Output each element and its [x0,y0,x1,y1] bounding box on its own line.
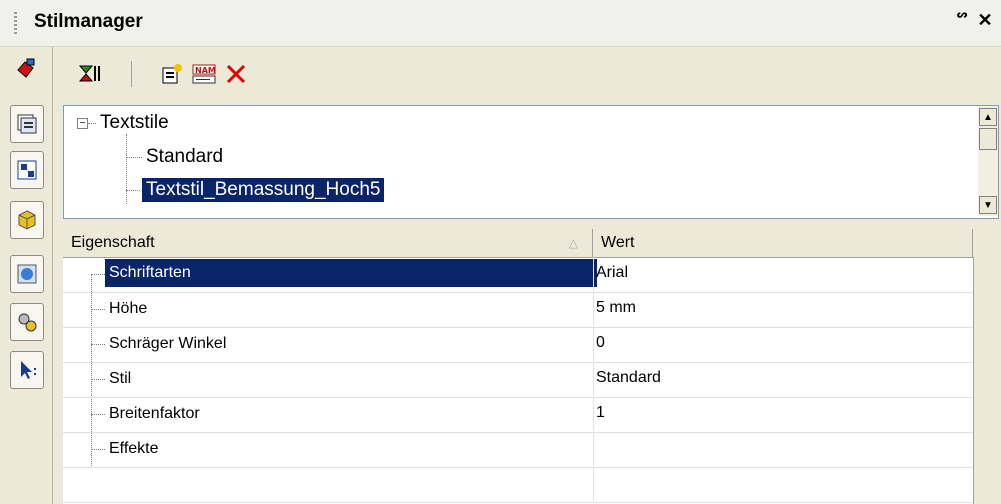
column-header-property[interactable]: Eigenschaft △ [63,229,593,257]
layout-tab[interactable] [10,151,44,189]
cursor-icon [21,361,36,379]
toolbar: NAM [53,47,1001,105]
scroll-down-icon[interactable]: ▼ [979,196,997,214]
filter-button[interactable] [77,61,103,87]
svg-text:NAM: NAM [195,66,216,75]
paint-icon [17,58,35,78]
render-tab[interactable] [10,255,44,293]
selection-tab[interactable] [10,351,44,389]
3d-object-tab[interactable] [10,201,44,239]
scroll-up-icon[interactable]: ▲ [979,108,997,126]
column-header-value[interactable]: Wert [593,229,973,257]
property-grid: Eigenschaft △ Wert Schriftarten Arial Hö… [63,229,1001,504]
grid-header: Eigenschaft △ Wert [63,229,1001,258]
properties-tab[interactable] [10,105,44,143]
property-name[interactable]: Breitenfaktor [105,400,204,428]
pin-icon[interactable]: ᔥ [952,10,972,32]
rename-icon: NAM [192,64,216,84]
tree-connector [126,190,142,191]
property-name[interactable]: Stil [105,365,135,393]
property-row[interactable]: Breitenfaktor 1 [63,397,973,433]
tree-scrollbar[interactable]: ▲ ▼ [978,106,998,216]
style-tree: − Textstile Standard Textstil_Bemassung_… [63,105,999,219]
property-row[interactable]: Höhe 5 mm [63,292,973,328]
tree-node-root[interactable]: Textstile [100,112,169,134]
sort-arrow-icon: △ [568,236,578,250]
filter-icon [78,65,100,82]
delete-icon [226,64,246,84]
tree-connector [126,134,127,204]
cube-icon [18,210,36,230]
panel-titlebar: Stilmanager ᔥ ✕ [0,0,1001,47]
collapse-toggle-icon[interactable]: − [77,118,88,129]
property-value[interactable]: Standard [593,362,976,396]
style-manager-panel: NAM − Textstile Standard Textstil_Bemass… [53,47,1001,504]
property-row[interactable]: Effekte [63,432,973,468]
style-tool-tab[interactable] [10,51,42,87]
property-name[interactable]: Effekte [105,435,163,463]
close-icon[interactable]: ✕ [975,10,995,32]
property-value[interactable] [593,432,976,466]
properties-icon [17,114,37,134]
drag-grip[interactable] [14,12,17,34]
globe-icon [17,264,37,284]
gears-icon [18,313,37,332]
empty-row [63,467,973,503]
property-row[interactable]: Schriftarten Arial [63,257,973,293]
tree-node-selected[interactable]: Textstil_Bemassung_Hoch5 [140,177,386,203]
delete-button[interactable] [223,61,249,87]
side-tab-bar [0,47,53,504]
tree-connector [126,157,142,158]
toolbar-separator [131,61,132,87]
tree-node-standard[interactable]: Standard [146,146,223,168]
property-value[interactable]: 0 [593,327,976,361]
rename-button[interactable]: NAM [191,61,217,87]
property-name[interactable]: Schriftarten [105,259,597,287]
property-row[interactable]: Schräger Winkel 0 [63,327,973,363]
property-value[interactable]: 5 mm [593,292,976,326]
layout-icon [17,160,37,180]
property-name[interactable]: Schräger Winkel [105,330,230,358]
tree-connector [88,123,96,124]
property-row[interactable]: Stil Standard [63,362,973,398]
settings-tab[interactable] [10,303,44,341]
property-value[interactable]: 1 [593,397,976,431]
new-style-button[interactable] [159,61,185,87]
grid-side-gutter [973,257,1001,504]
property-name[interactable]: Höhe [105,295,151,323]
property-value[interactable]: Arial [593,257,976,291]
new-style-icon [162,64,182,84]
panel-title: Stilmanager [34,11,143,32]
scroll-thumb[interactable] [979,128,997,150]
